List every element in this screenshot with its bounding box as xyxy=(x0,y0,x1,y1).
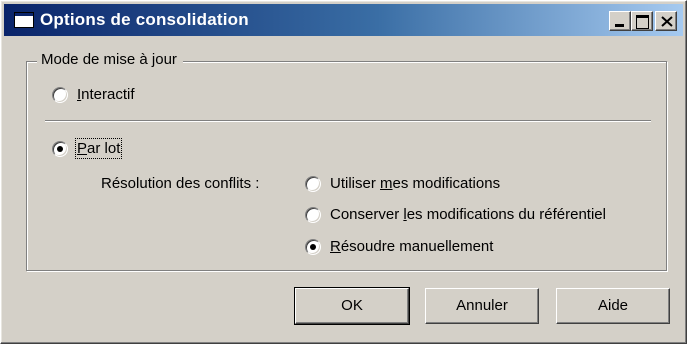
dialog-window: Options de consolidation Mode de mise à … xyxy=(0,0,687,344)
close-button[interactable] xyxy=(655,11,677,31)
resolve-manually-radio[interactable] xyxy=(305,239,321,255)
keep-repository-changes-label[interactable]: Conserver les modifications du référenti… xyxy=(330,206,606,223)
interactif-label[interactable]: Interactif xyxy=(77,86,135,103)
minimize-button[interactable] xyxy=(609,11,631,31)
cancel-button[interactable]: Annuler xyxy=(425,288,539,324)
conflict-resolution-label: Résolution des conflits : xyxy=(101,175,260,192)
interactif-radio[interactable] xyxy=(52,87,68,103)
par-lot-label[interactable]: Par lot xyxy=(74,138,123,159)
title-bar[interactable]: Options de consolidation xyxy=(4,4,683,36)
maximize-button[interactable] xyxy=(631,11,653,31)
group-legend: Mode de mise à jour xyxy=(37,51,183,68)
keep-repository-changes-radio[interactable] xyxy=(305,207,321,223)
separator xyxy=(45,120,651,122)
window-icon xyxy=(14,12,34,28)
ok-button[interactable]: OK xyxy=(294,287,410,325)
help-button[interactable]: Aide xyxy=(556,288,670,324)
use-my-changes-radio[interactable] xyxy=(305,176,321,192)
use-my-changes-label[interactable]: Utiliser mes modifications xyxy=(330,175,500,192)
resolve-manually-label[interactable]: Résoudre manuellement xyxy=(330,238,493,255)
par-lot-radio[interactable] xyxy=(52,141,68,157)
close-icon xyxy=(661,16,673,27)
window-title: Options de consolidation xyxy=(40,10,249,29)
